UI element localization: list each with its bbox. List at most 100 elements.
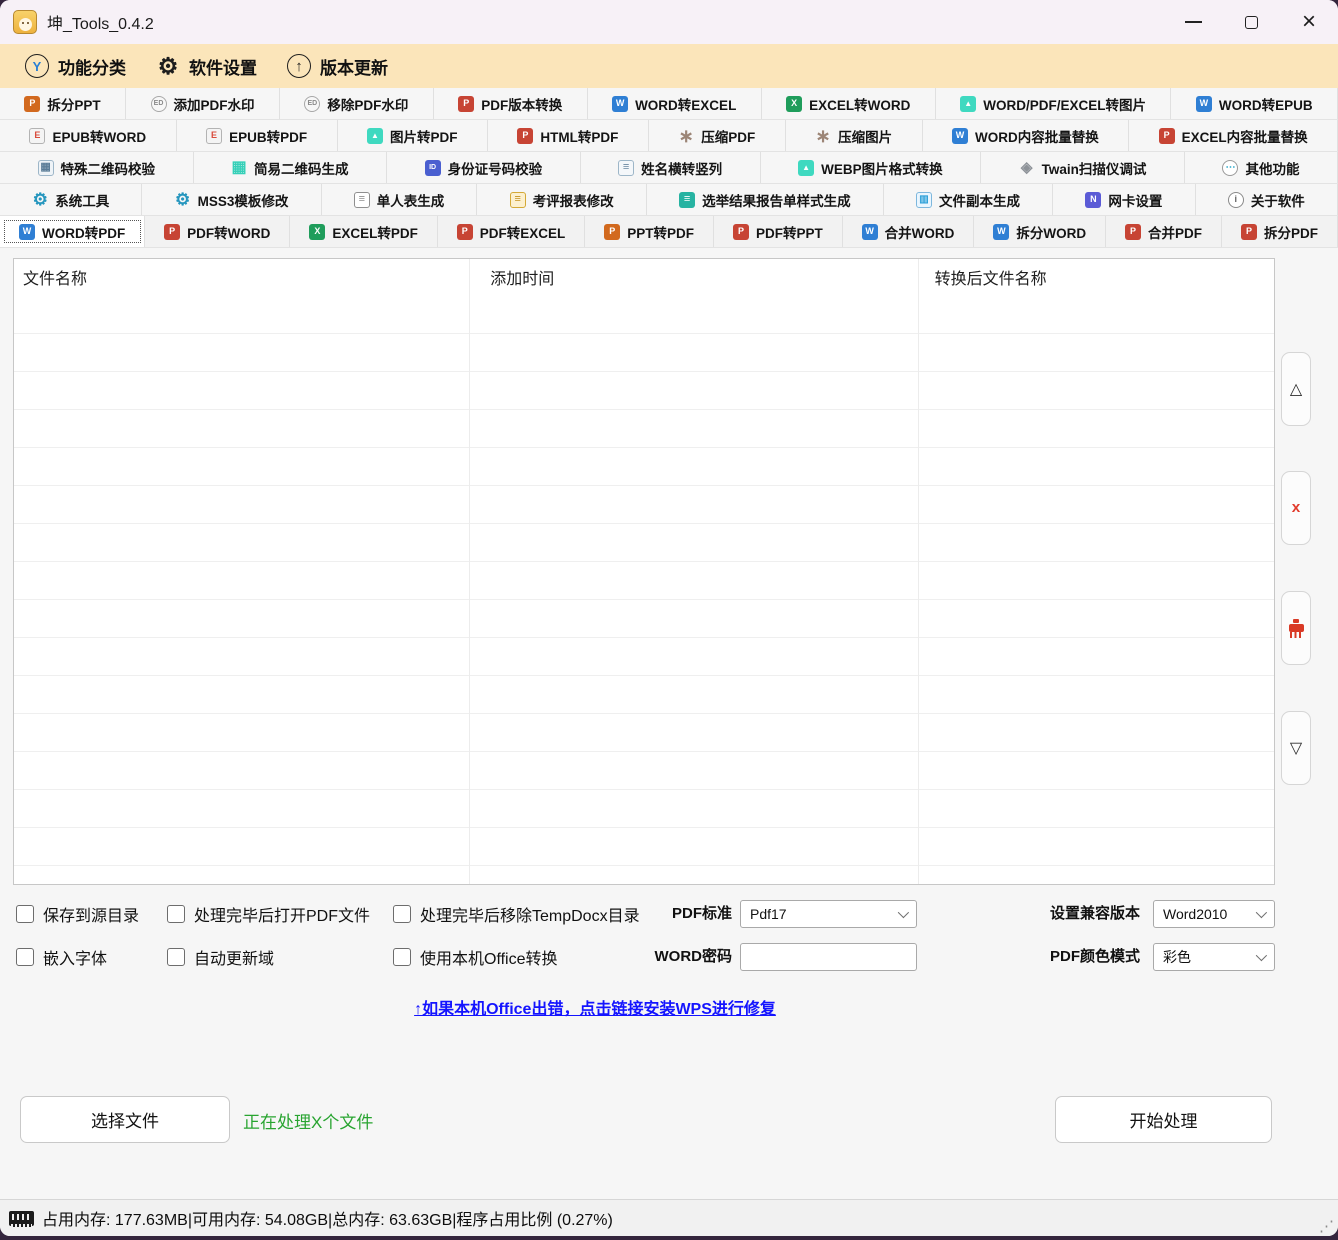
tool-button[interactable]: ▲WORD/PDF/EXCEL转图片	[936, 88, 1172, 119]
menu-item-software-settings[interactable]: ⚙软件设置	[141, 44, 272, 88]
start-processing-button[interactable]: 开始处理	[1055, 1096, 1272, 1143]
file-table[interactable]: 文件名称添加时间转换后文件名称	[13, 258, 1275, 885]
tool-button[interactable]: ≡姓名横转竖列	[581, 152, 761, 183]
option-checkbox-group[interactable]: 保存到源目录	[16, 903, 139, 925]
option-checkbox-group[interactable]: 嵌入字体	[16, 946, 107, 968]
wps-repair-link[interactable]: ↑如果本机Office出错，点击链接安装WPS进行修复	[0, 995, 1190, 1019]
tab-label: PPT转PDF	[627, 222, 694, 242]
close-button[interactable]: ×	[1280, 0, 1338, 44]
triangle-up-icon: △	[1290, 379, 1302, 399]
tool-button[interactable]: PEXCEL内容批量替换	[1129, 120, 1338, 151]
compat-version-value: Word2010	[1163, 906, 1227, 922]
option-checkbox-group[interactable]: 自动更新域	[167, 946, 274, 968]
delete-selected-button[interactable]: x	[1281, 471, 1311, 545]
tool-button-label: HTML转PDF	[540, 126, 618, 146]
conversion-tab[interactable]: P拆分PDF	[1222, 216, 1338, 247]
menu-item-label: 版本更新	[320, 54, 388, 79]
checkbox[interactable]	[167, 905, 185, 923]
minimize-button[interactable]	[1164, 0, 1222, 44]
system-gear-icon: ⚙	[32, 192, 48, 208]
tool-button[interactable]: i关于软件	[1196, 184, 1338, 215]
tool-button-label: 关于软件	[1251, 190, 1305, 210]
option-checkbox-group[interactable]: 处理完毕后移除TempDocx目录	[393, 903, 640, 925]
tool-button[interactable]: ▲WEBP图片格式转换	[761, 152, 982, 183]
excel-file-icon: X	[786, 96, 802, 112]
tool-button[interactable]: ≡单人表生成	[322, 184, 478, 215]
tool-button[interactable]: ED移除PDF水印	[280, 88, 434, 119]
tool-button[interactable]: N网卡设置	[1053, 184, 1195, 215]
tab-label: 合并WORD	[885, 222, 955, 242]
tool-button[interactable]: ∗压缩图片	[786, 120, 923, 151]
tool-button[interactable]: ▲ 图片转PDF	[338, 120, 488, 151]
tab-label: 拆分WORD	[1016, 222, 1086, 242]
tool-button[interactable]: EEPUB转WORD	[0, 120, 177, 151]
tool-button[interactable]: ≡选举结果报告单样式生成	[647, 184, 884, 215]
move-up-button[interactable]: △	[1281, 352, 1311, 426]
image-file-icon: ▲	[367, 128, 383, 144]
menu-item-label: 功能分类	[58, 54, 126, 79]
checkbox[interactable]	[393, 905, 411, 923]
epub-file-icon: E	[29, 128, 45, 144]
pdf-standard-value: Pdf17	[750, 906, 787, 922]
checkbox[interactable]	[167, 948, 185, 966]
tool-button[interactable]: ⚙系统工具	[0, 184, 142, 215]
tool-button[interactable]: ⚙MSS3模板修改	[142, 184, 321, 215]
compat-version-select[interactable]: Word2010	[1153, 900, 1275, 928]
pdf-file-icon: P	[457, 224, 473, 240]
tool-button[interactable]: XEXCEL转WORD	[762, 88, 936, 119]
tool-button[interactable]: WWORD内容批量替换	[923, 120, 1130, 151]
tool-button[interactable]: EEPUB转PDF	[177, 120, 338, 151]
conversion-tab[interactable]: PPPT转PDF	[585, 216, 714, 247]
conversion-tab[interactable]: PPDF转PPT	[714, 216, 843, 247]
tool-button[interactable]: ▦特殊二维码校验	[0, 152, 194, 183]
tool-button[interactable]: P拆分PPT	[0, 88, 126, 119]
image-file-icon: ▲	[960, 96, 976, 112]
conversion-tab[interactable]: XEXCEL转PDF	[290, 216, 437, 247]
maximize-button[interactable]	[1222, 0, 1280, 44]
tool-button[interactable]: ⋯其他功能	[1185, 152, 1338, 183]
checkbox[interactable]	[16, 905, 34, 923]
checkbox-label: 处理完毕后移除TempDocx目录	[420, 902, 640, 926]
chevron-down-icon	[1256, 950, 1267, 961]
word-password-input[interactable]	[740, 943, 917, 971]
menu-item-version-update[interactable]: ↑版本更新	[272, 44, 403, 88]
conversion-tab[interactable]: W拆分WORD	[974, 216, 1106, 247]
tab-label: EXCEL转PDF	[332, 222, 418, 242]
tool-button-label: 网卡设置	[1108, 190, 1162, 210]
word-file-icon: W	[952, 128, 968, 144]
tool-button[interactable]: ID身份证号码校验	[387, 152, 581, 183]
resize-grip[interactable]: ⋰	[1319, 1217, 1334, 1235]
triangle-down-icon: ▽	[1290, 738, 1302, 758]
tab-label: 拆分PDF	[1264, 222, 1318, 242]
select-files-button[interactable]: 选择文件	[20, 1096, 230, 1143]
minimize-icon	[1185, 21, 1202, 23]
tool-button[interactable]: PPDF版本转换	[434, 88, 588, 119]
clear-list-button[interactable]	[1281, 591, 1311, 665]
tool-button[interactable]: PHTML转PDF	[488, 120, 649, 151]
conversion-tab[interactable]: WWORD转PDF	[0, 216, 145, 247]
tool-button[interactable]: WWORD转EXCEL	[588, 88, 762, 119]
tool-button-label: Twain扫描仪调试	[1042, 158, 1147, 178]
tool-button[interactable]: ▥文件副本生成	[884, 184, 1053, 215]
checkbox[interactable]	[16, 948, 34, 966]
pdf-color-mode-select[interactable]: 彩色	[1153, 943, 1275, 971]
tool-button[interactable]: ED添加PDF水印	[126, 88, 280, 119]
tool-button[interactable]: WWORD转EPUB	[1171, 88, 1338, 119]
checkbox-label: 自动更新域	[194, 945, 274, 969]
tool-button-label: 图片转PDF	[390, 126, 458, 146]
move-down-button[interactable]: ▽	[1281, 711, 1311, 785]
option-checkbox-group[interactable]: 处理完毕后打开PDF文件	[167, 903, 370, 925]
conversion-tab[interactable]: PPDF转WORD	[145, 216, 290, 247]
tool-button[interactable]: ▦简易二维码生成	[194, 152, 388, 183]
pdf-standard-select[interactable]: Pdf17	[740, 900, 917, 928]
conversion-tab[interactable]: P合并PDF	[1106, 216, 1222, 247]
clear-brush-icon	[1289, 619, 1304, 638]
tool-button[interactable]: ≡考评报表修改	[477, 184, 646, 215]
tool-button[interactable]: ◈Twain扫描仪调试	[981, 152, 1185, 183]
option-checkbox-group[interactable]: 使用本机Office转换	[393, 946, 558, 968]
conversion-tab[interactable]: W合并WORD	[843, 216, 975, 247]
checkbox[interactable]	[393, 948, 411, 966]
tool-button[interactable]: ∗压缩PDF	[649, 120, 786, 151]
conversion-tab[interactable]: PPDF转EXCEL	[438, 216, 585, 247]
menu-item-function-categories[interactable]: Y功能分类	[10, 44, 141, 88]
